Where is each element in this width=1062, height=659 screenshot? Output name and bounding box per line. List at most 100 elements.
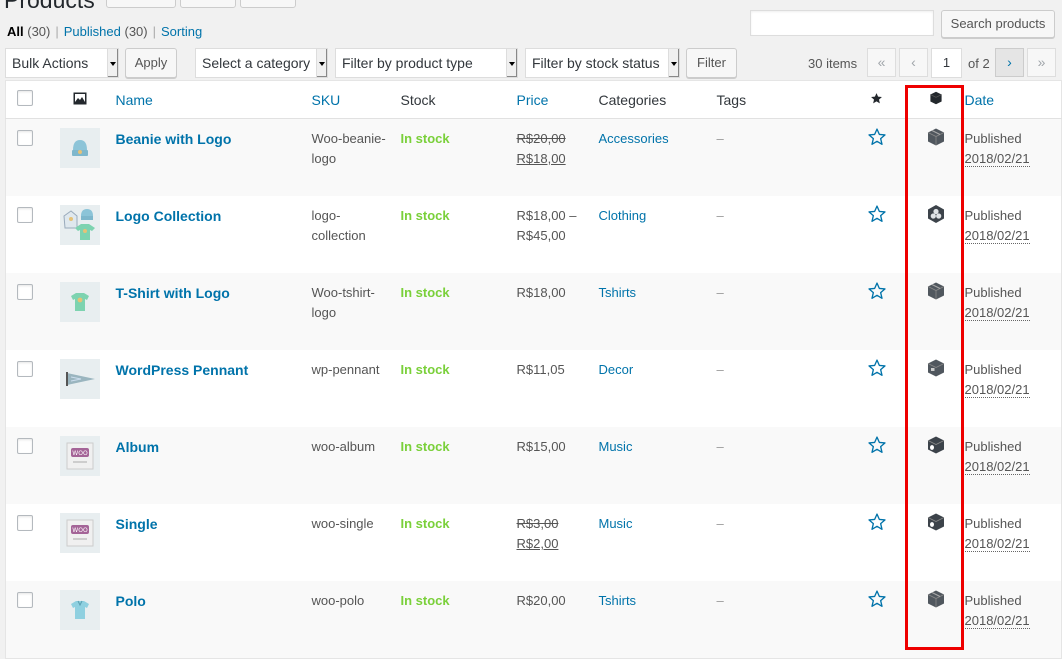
category-link[interactable]: Music [599, 516, 633, 531]
star-outline-icon[interactable] [867, 127, 887, 147]
category-link[interactable]: Accessories [599, 131, 669, 146]
product-type-select[interactable]: Filter by product type [335, 48, 518, 78]
row-checkbox[interactable] [16, 284, 33, 300]
products-table: Name SKU Stock Price Categories Tags Dat… [5, 80, 1062, 659]
product-tags: – [716, 439, 724, 454]
publish-status: Published [964, 439, 1022, 454]
star-outline-icon[interactable] [867, 281, 887, 301]
product-tags: – [716, 362, 724, 377]
last-page-button[interactable]: » [1027, 48, 1056, 77]
sort-by-sku[interactable]: SKU [312, 92, 341, 108]
product-thumbnail[interactable] [59, 205, 100, 245]
external-box-icon [926, 359, 946, 381]
star-outline-icon[interactable] [867, 358, 887, 378]
current-page-input[interactable]: 1 [931, 48, 962, 78]
svg-text:WOO: WOO [72, 527, 88, 534]
categories-column-header: Categories [598, 80, 717, 119]
publish-date: 2018/02/21 [964, 228, 1030, 244]
sort-by-name[interactable]: Name [116, 92, 153, 108]
stock-status: In stock [400, 131, 450, 146]
sale-price: R$2,00 [516, 536, 559, 551]
stock-status: In stock [400, 208, 450, 223]
view-sorting[interactable]: Sorting [161, 24, 202, 39]
view-all[interactable]: All (30) [7, 24, 50, 39]
star-outline-icon[interactable] [867, 512, 887, 532]
virtual-box-icon [926, 513, 946, 535]
table-row: WordPress Pennant wp-pennant In stock R$… [6, 350, 1062, 427]
product-type-column-header[interactable] [906, 80, 965, 119]
page-title: Products [4, 0, 95, 13]
tags-column-header: Tags [716, 80, 847, 119]
product-sku: Woo-beanie-logo [311, 131, 386, 166]
product-name-link[interactable]: WordPress Pennant [116, 362, 249, 378]
next-page-button[interactable]: › [995, 48, 1024, 77]
row-checkbox[interactable] [16, 207, 33, 223]
product-thumbnail[interactable] [59, 590, 100, 630]
search-products-button[interactable]: Search products [941, 10, 1055, 38]
table-row: Polo woo-polo In stock R$20,00 Tshirts –… [5, 581, 1062, 659]
product-tags: – [716, 285, 724, 300]
publish-date: 2018/02/21 [964, 536, 1030, 552]
select-all-checkbox[interactable] [16, 90, 33, 106]
publish-date: 2018/02/21 [964, 613, 1030, 629]
product-thumbnail[interactable] [59, 359, 100, 399]
export-button[interactable] [240, 0, 296, 8]
product-name-link[interactable]: Logo Collection [116, 208, 222, 224]
star-outline-icon[interactable] [867, 435, 887, 455]
category-link[interactable]: Tshirts [599, 285, 637, 300]
image-icon [73, 92, 86, 104]
bulk-actions-select[interactable]: Bulk Actions [5, 48, 119, 78]
row-checkbox[interactable] [16, 515, 33, 531]
table-row: Logo Collection logo-collection In stock… [6, 196, 1062, 273]
product-sku: wp-pennant [311, 362, 380, 377]
product-name-link[interactable]: Album [116, 439, 160, 455]
row-checkbox[interactable] [16, 592, 33, 608]
first-page-button[interactable]: « [867, 48, 896, 77]
stock-column-header: Stock [400, 80, 517, 119]
chevron-down-icon [107, 49, 118, 77]
product-thumbnail[interactable] [59, 282, 100, 322]
virtual-box-icon [926, 436, 946, 458]
add-new-button[interactable] [106, 0, 176, 8]
featured-column-header[interactable] [846, 80, 907, 119]
product-name-link[interactable]: T-Shirt with Logo [116, 285, 230, 301]
sort-by-price[interactable]: Price [517, 92, 549, 108]
table-row: T-Shirt with Logo Woo-tshirt-logo In sto… [5, 273, 1062, 350]
box-icon [929, 91, 942, 105]
product-name-link[interactable]: Single [116, 516, 158, 532]
category-link[interactable]: Decor [599, 362, 634, 377]
product-tags: – [716, 516, 724, 531]
import-button[interactable] [180, 0, 236, 8]
sort-by-date[interactable]: Date [965, 92, 995, 108]
publish-date: 2018/02/21 [964, 151, 1030, 167]
filter-button[interactable]: Filter [686, 48, 737, 78]
product-price: R$20,00 [516, 593, 566, 608]
row-checkbox[interactable] [16, 438, 33, 454]
product-name-link[interactable]: Polo [116, 593, 146, 609]
product-sku: woo-single [311, 516, 374, 531]
product-thumbnail[interactable]: WOO [59, 513, 100, 553]
prev-page-button[interactable]: ‹ [899, 48, 928, 77]
stock-status: In stock [400, 516, 450, 531]
product-thumbnail[interactable]: WOO [59, 436, 100, 476]
sale-price: R$18,00 [516, 151, 566, 166]
category-link[interactable]: Clothing [599, 208, 647, 223]
category-link[interactable]: Tshirts [599, 593, 637, 608]
product-sku: woo-album [311, 439, 376, 454]
product-thumbnail[interactable] [59, 128, 100, 168]
product-price: R$11,05 [516, 362, 565, 377]
view-published[interactable]: Published (30) [64, 24, 148, 39]
product-name-link[interactable]: Beanie with Logo [116, 131, 232, 147]
apply-button[interactable]: Apply [125, 48, 177, 78]
publish-date: 2018/02/21 [964, 305, 1030, 321]
star-outline-icon[interactable] [867, 589, 887, 609]
stock-status: In stock [400, 285, 450, 300]
search-input[interactable] [750, 10, 934, 36]
category-link[interactable]: Music [599, 439, 633, 454]
stock-status-select[interactable]: Filter by stock status [525, 48, 680, 78]
row-checkbox[interactable] [16, 130, 33, 146]
row-checkbox[interactable] [16, 361, 33, 377]
star-outline-icon[interactable] [867, 204, 887, 224]
items-count: 30 items [808, 56, 858, 71]
category-select[interactable]: Select a category [195, 48, 328, 78]
